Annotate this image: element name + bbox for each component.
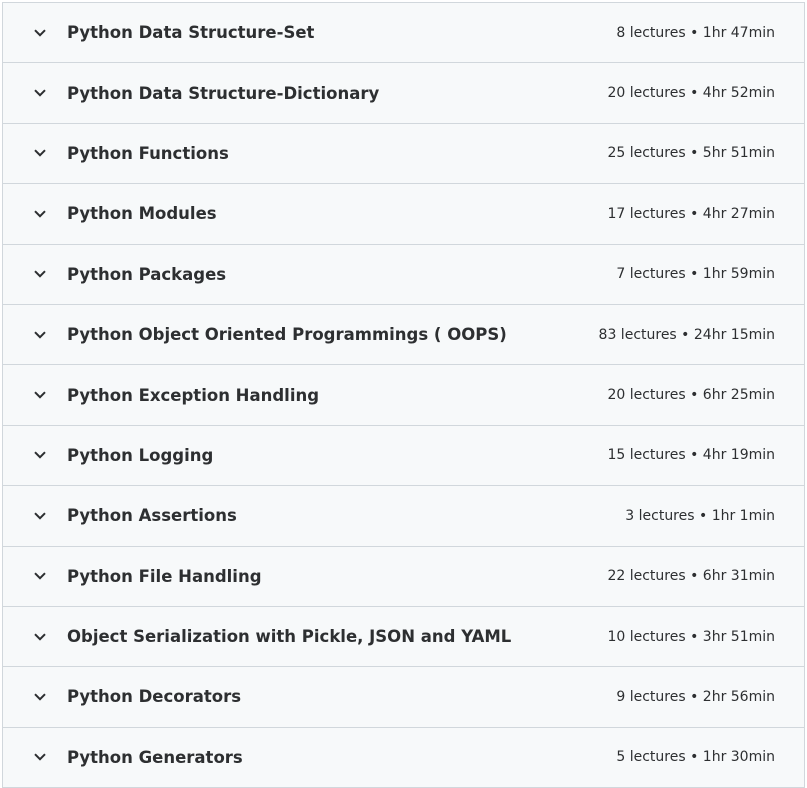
section-header[interactable]: Python Generators 5 lectures • 1hr 30min (3, 727, 804, 788)
section-header[interactable]: Python Modules 17 lectures • 4hr 27min (3, 184, 804, 245)
section-title: Python Exception Handling (67, 385, 320, 405)
chevron-down-icon (33, 509, 47, 523)
section-content-summary: 83 lectures • 24hr 15min (598, 326, 775, 343)
chevron-down-icon (33, 690, 47, 704)
section-content-summary: 8 lectures • 1hr 47min (616, 24, 775, 41)
section-header[interactable]: Python Functions 25 lectures • 5hr 51min (3, 123, 804, 185)
section-header[interactable]: Object Serialization with Pickle, JSON a… (3, 606, 804, 668)
section-content-summary: 9 lectures • 2hr 56min (616, 688, 775, 705)
section-title: Python File Handling (67, 566, 262, 586)
chevron-down-icon (33, 26, 47, 40)
section-header[interactable]: Python Packages 7 lectures • 1hr 59min (3, 244, 804, 305)
section-header[interactable]: Python Data Structure-Set 8 lectures • 1… (3, 3, 804, 64)
course-curriculum: Python Data Structure-Set 8 lectures • 1… (2, 2, 805, 788)
section-title: Python Decorators (67, 687, 242, 707)
chevron-down-icon (33, 569, 47, 583)
section-content-summary: 3 lectures • 1hr 1min (625, 507, 775, 524)
chevron-down-icon (33, 448, 47, 462)
section-content-summary: 20 lectures • 4hr 52min (607, 85, 775, 102)
section-header[interactable]: Python Exception Handling 20 lectures • … (3, 365, 804, 426)
section-content-summary: 22 lectures • 6hr 31min (607, 568, 775, 585)
section-content-summary: 25 lectures • 5hr 51min (607, 145, 775, 162)
chevron-down-icon (33, 207, 47, 221)
section-title: Python Data Structure-Set (67, 23, 315, 43)
section-content-summary: 5 lectures • 1hr 30min (616, 749, 775, 766)
section-title: Python Assertions (67, 506, 237, 526)
section-title: Python Packages (67, 264, 227, 284)
section-content-summary: 7 lectures • 1hr 59min (616, 266, 775, 283)
chevron-down-icon (33, 146, 47, 160)
chevron-down-icon (33, 267, 47, 281)
section-content-summary: 17 lectures • 4hr 27min (607, 205, 775, 222)
section-content-summary: 15 lectures • 4hr 19min (607, 447, 775, 464)
section-header[interactable]: Python Decorators 9 lectures • 2hr 56min (3, 667, 804, 728)
section-title: Python Object Oriented Programmings ( OO… (67, 325, 507, 345)
chevron-down-icon (33, 86, 47, 100)
section-title: Object Serialization with Pickle, JSON a… (67, 627, 512, 647)
section-title: Python Functions (67, 143, 229, 163)
section-header[interactable]: Python Data Structure-Dictionary 20 lect… (3, 63, 804, 124)
section-header[interactable]: Python File Handling 22 lectures • 6hr 3… (3, 546, 804, 607)
section-title: Python Logging (67, 445, 214, 465)
section-header[interactable]: Python Assertions 3 lectures • 1hr 1min (3, 486, 804, 547)
section-content-summary: 10 lectures • 3hr 51min (607, 628, 775, 645)
section-header[interactable]: Python Object Oriented Programmings ( OO… (3, 304, 804, 366)
chevron-down-icon (33, 630, 47, 644)
section-title: Python Generators (67, 747, 243, 767)
section-title: Python Modules (67, 204, 217, 224)
section-content-summary: 20 lectures • 6hr 25min (607, 387, 775, 404)
chevron-down-icon (33, 328, 47, 342)
section-title: Python Data Structure-Dictionary (67, 83, 380, 103)
chevron-down-icon (33, 388, 47, 402)
section-header[interactable]: Python Logging 15 lectures • 4hr 19min (3, 425, 804, 487)
chevron-down-icon (33, 750, 47, 764)
